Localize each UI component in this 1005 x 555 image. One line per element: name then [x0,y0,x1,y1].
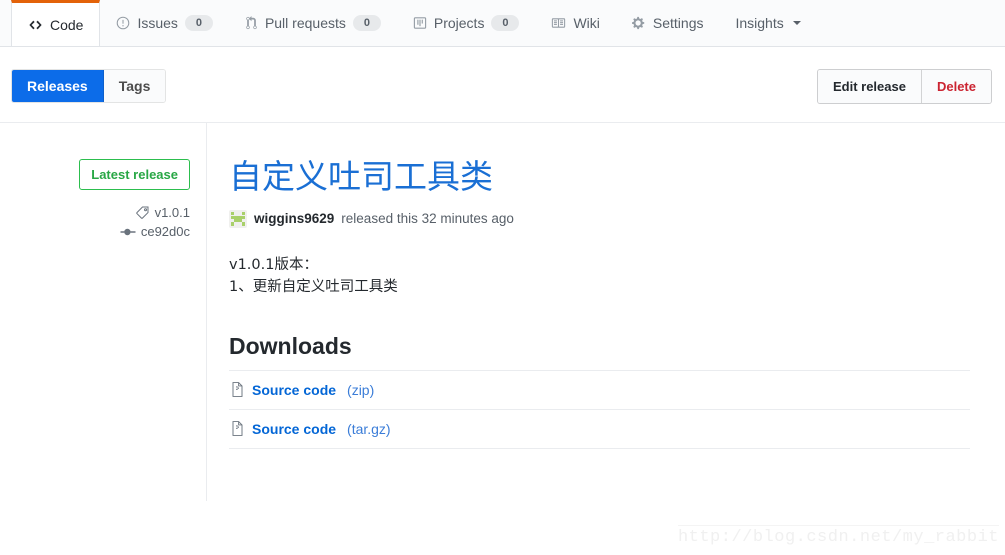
tab-releases[interactable]: Releases [12,70,104,102]
tab-settings-label: Settings [652,15,704,31]
chevron-down-icon [792,21,801,25]
tab-pull-requests[interactable]: Pull requests 0 [229,0,397,46]
tab-issues-label: Issues [137,15,178,31]
tab-code[interactable]: Code [11,0,101,46]
downloads-heading: Downloads [229,332,352,359]
code-icon [28,18,43,32]
projects-counter: 0 [491,15,520,31]
book-icon [551,16,566,30]
release-entry: Latest release v1.0.1 ce92d0c 自定义吐司工具类 w… [0,123,1005,501]
releases-subheader: Releases Tags Edit release Delete [0,47,1005,122]
release-notes-line-1: v1.0.1版本： [229,256,318,273]
delete-release-button[interactable]: Delete [921,70,991,103]
repo-nav: Code Issues 0 Pull requests 0 Projects 0 [0,0,1005,47]
download-ext: (tar.gz) [347,420,391,437]
latest-release-badge: Latest release [79,159,190,190]
tab-projects-label: Projects [433,15,485,31]
repo-nav-list: Code Issues 0 Pull requests 0 Projects 0 [0,0,1005,46]
release-content: Latest release v1.0.1 ce92d0c 自定义吐司工具类 w… [0,122,1005,501]
tab-projects[interactable]: Projects 0 [397,0,536,46]
list-item[interactable]: Source code (tar.gz) [229,410,970,449]
release-body-column: 自定义吐司工具类 wiggins9629 released this 32 mi… [206,123,1005,501]
release-notes-line-2: 1、更新自定义吐司工具类 [229,279,398,296]
issue-icon [116,16,130,30]
tab-wiki-label: Wiki [573,15,600,31]
release-published-meta: released this 32 minutes ago [341,211,514,227]
gear-icon [631,16,646,30]
tab-code-label: Code [50,16,84,33]
commit-icon [120,226,136,238]
list-item[interactable]: Source code (zip) [229,371,970,410]
git-pull-icon [245,16,258,30]
issues-counter: 0 [184,15,213,31]
tab-insights[interactable]: Insights [719,0,816,46]
release-actions: Edit release Delete [816,69,992,104]
avatar[interactable] [229,209,247,228]
download-name[interactable]: Source code [252,421,336,437]
tab-issues[interactable]: Issues 0 [100,0,228,46]
tab-settings[interactable]: Settings [616,0,720,46]
watermark: http://blog.csdn.net/my_rabbit [677,525,999,547]
tab-pull-requests-label: Pull requests [264,15,346,31]
releases-tags-toggle: Releases Tags [11,69,167,103]
file-zip-icon [231,421,244,437]
release-tag-label: v1.0.1 [154,205,190,220]
project-icon [413,16,427,30]
release-commit-label: ce92d0c [140,224,190,239]
tab-tags[interactable]: Tags [103,70,166,102]
download-name[interactable]: Source code [252,382,336,398]
tag-icon [135,206,150,220]
edit-release-button[interactable]: Edit release [817,70,922,103]
file-zip-icon [231,382,244,398]
tab-wiki[interactable]: Wiki [535,0,615,46]
release-tag[interactable]: v1.0.1 [0,205,190,220]
release-meta-column: Latest release v1.0.1 ce92d0c [0,123,206,501]
release-notes: v1.0.1版本： 1、更新自定义吐司工具类 [229,254,970,299]
tab-insights-label: Insights [735,15,784,31]
release-author-line: wiggins9629 released this 32 minutes ago [229,209,970,228]
release-author-name[interactable]: wiggins9629 [254,211,334,226]
downloads-list: Source code (zip) Source code (tar.gz) [229,369,970,449]
release-title[interactable]: 自定义吐司工具类 [229,158,970,196]
release-commit[interactable]: ce92d0c [0,224,190,239]
download-ext: (zip) [347,381,375,398]
pull-requests-counter: 0 [352,15,381,31]
